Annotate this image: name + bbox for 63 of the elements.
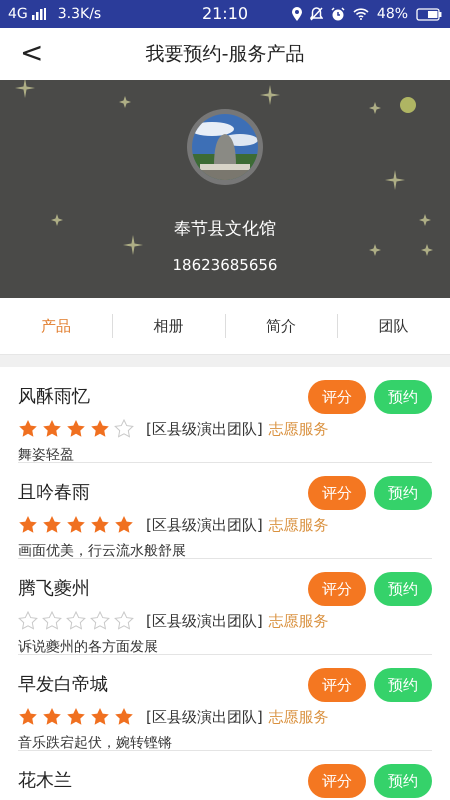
book-button[interactable]: 预约 xyxy=(374,764,432,798)
product-description: 诉说夔州的各方面发展 xyxy=(18,638,159,657)
filled-star-icon xyxy=(66,515,86,535)
empty-star-icon xyxy=(114,611,134,631)
category-label: [区县级演出团队] xyxy=(146,514,263,536)
filled-star-icon xyxy=(42,707,62,727)
service-tag: 志愿服务 xyxy=(268,610,329,632)
book-button[interactable]: 预约 xyxy=(374,380,432,414)
rate-button[interactable]: 评分 xyxy=(308,668,366,702)
empty-star-icon xyxy=(66,611,86,631)
page-title: 我要预约-服务产品 xyxy=(146,42,304,67)
filled-star-icon xyxy=(18,515,38,535)
rate-button[interactable]: 评分 xyxy=(308,764,366,798)
product-description: 画面优美，行云流水般舒展 xyxy=(18,542,187,561)
product-title: 腾飞夔州 xyxy=(18,577,91,601)
filled-star-icon xyxy=(66,707,86,727)
battery-icon xyxy=(416,8,442,20)
network-type: 4G xyxy=(8,4,28,24)
filled-star-icon xyxy=(18,707,38,727)
filled-star-icon xyxy=(18,419,38,439)
category-label: [区县级演出团队] xyxy=(146,610,263,632)
signal-icon xyxy=(32,8,46,20)
alarm-icon xyxy=(330,7,345,21)
book-button[interactable]: 预约 xyxy=(374,668,432,702)
product-title: 早发白帝城 xyxy=(18,673,109,697)
book-button[interactable]: 预约 xyxy=(374,572,432,606)
network-speed: 3.3K/s xyxy=(58,4,102,24)
location-icon xyxy=(292,7,302,21)
filled-star-icon xyxy=(114,707,134,727)
empty-star-icon xyxy=(114,419,134,439)
tab[interactable]: 产品 xyxy=(0,298,112,355)
tab[interactable]: 相册 xyxy=(112,298,224,355)
category-label: [区县级演出团队] xyxy=(146,706,263,728)
filled-star-icon xyxy=(66,419,86,439)
clock: 21:10 xyxy=(200,3,250,25)
product-description: 音乐跌宕起伏，婉转铿锵 xyxy=(18,734,173,753)
empty-star-icon xyxy=(90,611,110,631)
product-title: 花木兰 xyxy=(18,769,73,793)
product-title: 且吟春雨 xyxy=(18,481,91,505)
empty-star-icon xyxy=(18,611,38,631)
service-tag: 志愿服务 xyxy=(268,706,329,728)
product-description: 舞姿轻盈 xyxy=(18,446,75,465)
filled-star-icon xyxy=(114,515,134,535)
bell-off-icon xyxy=(310,7,323,21)
service-tag: 志愿服务 xyxy=(268,514,329,536)
book-button[interactable]: 预约 xyxy=(374,476,432,510)
rate-button[interactable]: 评分 xyxy=(308,380,366,414)
battery-percent: 48% xyxy=(376,4,408,24)
wifi-icon xyxy=(352,8,369,20)
service-tag: 志愿服务 xyxy=(268,418,329,440)
rate-button[interactable]: 评分 xyxy=(308,476,366,510)
filled-star-icon xyxy=(42,515,62,535)
tab[interactable]: 简介 xyxy=(225,298,337,355)
rate-button[interactable]: 评分 xyxy=(308,572,366,606)
filled-star-icon xyxy=(42,419,62,439)
category-label: [区县级演出团队] xyxy=(146,418,263,440)
empty-star-icon xyxy=(42,611,62,631)
back-button[interactable]: < xyxy=(14,36,50,70)
filled-star-icon xyxy=(90,515,110,535)
filled-star-icon xyxy=(90,707,110,727)
tab[interactable]: 团队 xyxy=(338,298,450,355)
filled-star-icon xyxy=(90,419,110,439)
product-title: 风酥雨忆 xyxy=(18,385,91,409)
